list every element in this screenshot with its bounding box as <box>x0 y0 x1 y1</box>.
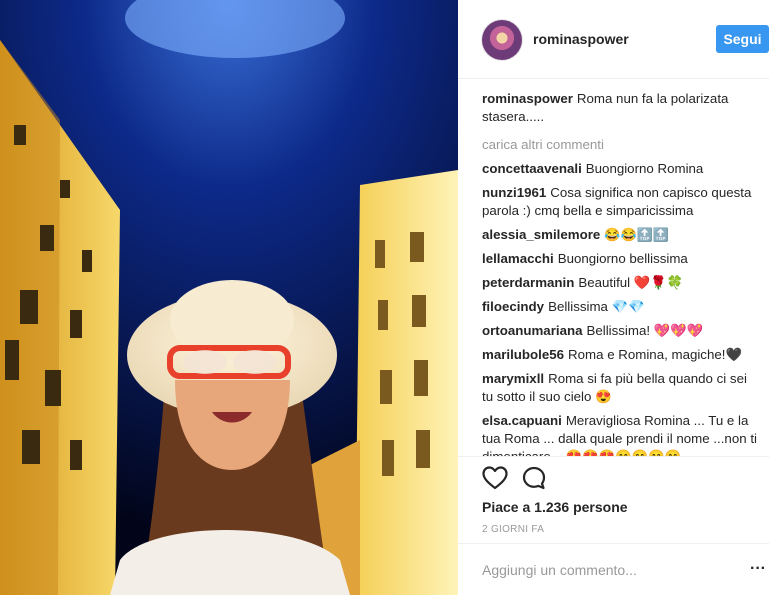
comment: alessia_smilemore 😂😂🔝🔝 <box>482 226 757 244</box>
header-username[interactable]: rominaspower <box>533 31 629 47</box>
comment-username[interactable]: nunzi1961 <box>482 185 546 200</box>
post-photo[interactable] <box>0 0 458 595</box>
comment-username[interactable]: lellamacchi <box>482 251 554 266</box>
add-comment-section: ··· <box>458 543 769 596</box>
comment-username[interactable]: alessia_smilemore <box>482 227 600 242</box>
comment-username[interactable]: ortoanumariana <box>482 323 583 338</box>
comment-username[interactable]: elsa.capuani <box>482 413 562 428</box>
comment: lellamacchi Buongiorno bellissima <box>482 250 757 268</box>
more-options-icon[interactable]: ··· <box>750 561 766 577</box>
comment: concettaavenali Buongiorno Romina <box>482 160 757 178</box>
comment: filoecindy Bellissima 💎💎 <box>482 298 757 316</box>
caption-username[interactable]: rominaspower <box>482 91 573 106</box>
comment-text: Bellissima! 💖💖💖 <box>586 323 704 338</box>
follow-button[interactable]: Segui <box>716 25 769 53</box>
comment: ortoanumariana Bellissima! 💖💖💖 <box>482 322 757 340</box>
comment-text: Beautiful ❤️🌹🍀 <box>578 275 684 290</box>
comment-text: Bellissima 💎💎 <box>548 299 645 314</box>
avatar[interactable] <box>482 20 522 60</box>
comment-text: Buongiorno bellissima <box>557 251 688 266</box>
comment: elsa.capuani Meravigliosa Romina ... Tu e… <box>482 412 757 456</box>
comment-username[interactable]: marymixll <box>482 371 544 386</box>
comments-list[interactable]: rominaspower Roma nun fa la polarizata st… <box>482 90 757 456</box>
comment-text: Buongiorno Romina <box>585 161 704 176</box>
comment: marymixll Roma si fa più bella quando ci … <box>482 370 757 406</box>
comment: nunzi1961 Cosa significa non capisco ques… <box>482 184 757 220</box>
comment-username[interactable]: peterdarmanin <box>482 275 574 290</box>
comment-text: 😂😂🔝🔝 <box>604 227 670 242</box>
post-header: rominaspower Segui <box>458 0 769 79</box>
comment-bubble-icon[interactable] <box>522 466 546 495</box>
heart-outline-icon[interactable] <box>482 466 508 495</box>
load-more-comments-link[interactable]: carica altri commenti <box>482 136 757 154</box>
comment: peterdarmanin Beautiful ❤️🌹🍀 <box>482 274 757 292</box>
post-side-panel: rominaspower Segui rominaspower Roma nun … <box>458 0 769 595</box>
photo-illustration <box>0 0 458 595</box>
comment-text: Roma e Romina, magiche!🖤 <box>568 347 743 362</box>
comment-username[interactable]: concettaavenali <box>482 161 582 176</box>
likes-count[interactable]: Piace a 1.236 persone <box>482 499 628 515</box>
comment-username[interactable]: filoecindy <box>482 299 544 314</box>
post-actions: Piace a 1.236 persone 2 GIORNI FA <box>458 456 769 545</box>
comment: marilubole56 Roma e Romina, magiche!🖤 <box>482 346 757 364</box>
caption: rominaspower Roma nun fa la polarizata st… <box>482 90 757 126</box>
comment-username[interactable]: marilubole56 <box>482 347 564 362</box>
add-comment-input[interactable] <box>482 559 732 581</box>
post-timestamp[interactable]: 2 GIORNI FA <box>482 524 544 535</box>
